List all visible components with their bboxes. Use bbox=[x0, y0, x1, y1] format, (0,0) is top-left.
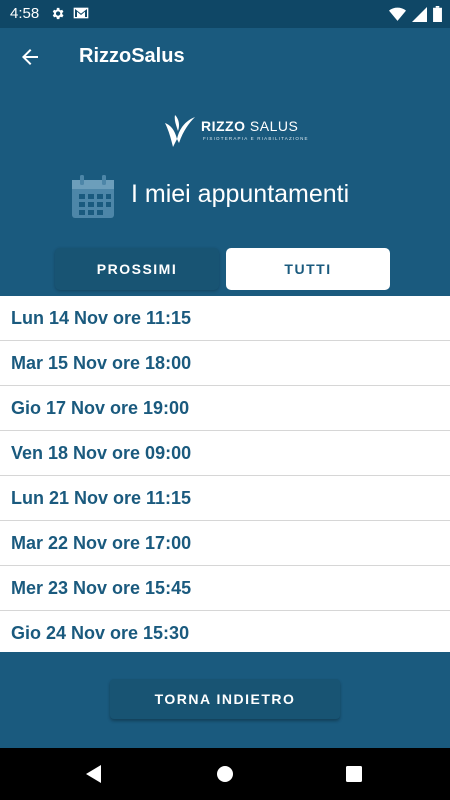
status-time: 4:58 bbox=[10, 5, 40, 22]
back-button[interactable]: TORNA INDIETRO bbox=[110, 679, 340, 719]
appointment-item[interactable]: Lun 21 Nov ore 11:15 bbox=[0, 476, 450, 521]
system-nav-bar bbox=[0, 748, 450, 800]
status-bar: 4:58 bbox=[0, 0, 450, 28]
signal-icon bbox=[412, 6, 427, 22]
arrow-back-icon[interactable] bbox=[18, 45, 42, 69]
tab-upcoming[interactable]: PROSSIMI bbox=[55, 248, 219, 290]
appointment-item[interactable]: Gio 24 Nov ore 15:30 bbox=[0, 611, 450, 656]
calendar-icon bbox=[72, 175, 114, 218]
appointment-item[interactable]: Mar 22 Nov ore 17:00 bbox=[0, 521, 450, 566]
gmail-icon bbox=[73, 7, 89, 19]
gear-icon bbox=[52, 7, 64, 20]
page-title: I miei appuntamenti bbox=[131, 180, 350, 208]
logo-tagline: FISIOTERAPIA E RIABILITAZIONE bbox=[203, 136, 309, 141]
appointment-list: Lun 14 Nov ore 11:15 Mar 15 Nov ore 18:0… bbox=[0, 296, 450, 652]
battery-icon bbox=[433, 6, 442, 22]
appointment-item[interactable]: Mar 15 Nov ore 18:00 bbox=[0, 341, 450, 386]
app-title: RizzoSalus bbox=[79, 45, 185, 67]
back-triangle-icon[interactable] bbox=[82, 762, 106, 786]
tab-all[interactable]: TUTTI bbox=[226, 248, 390, 290]
appointment-item[interactable]: Mer 23 Nov ore 15:45 bbox=[0, 566, 450, 611]
rizzo-salus-logo: RIZZO SALUS FISIOTERAPIA E RIABILITAZION… bbox=[163, 113, 308, 149]
recents-square-icon[interactable] bbox=[342, 762, 366, 786]
logo-text: RIZZO SALUS bbox=[201, 118, 299, 134]
home-circle-icon[interactable] bbox=[213, 762, 237, 786]
appointment-item[interactable]: Ven 18 Nov ore 09:00 bbox=[0, 431, 450, 476]
wifi-icon bbox=[389, 7, 406, 21]
logo-mark-icon bbox=[165, 115, 195, 147]
app-bar: RizzoSalus bbox=[0, 28, 450, 86]
appointment-item[interactable]: Lun 14 Nov ore 11:15 bbox=[0, 296, 450, 341]
appointment-item[interactable]: Gio 17 Nov ore 19:00 bbox=[0, 386, 450, 431]
